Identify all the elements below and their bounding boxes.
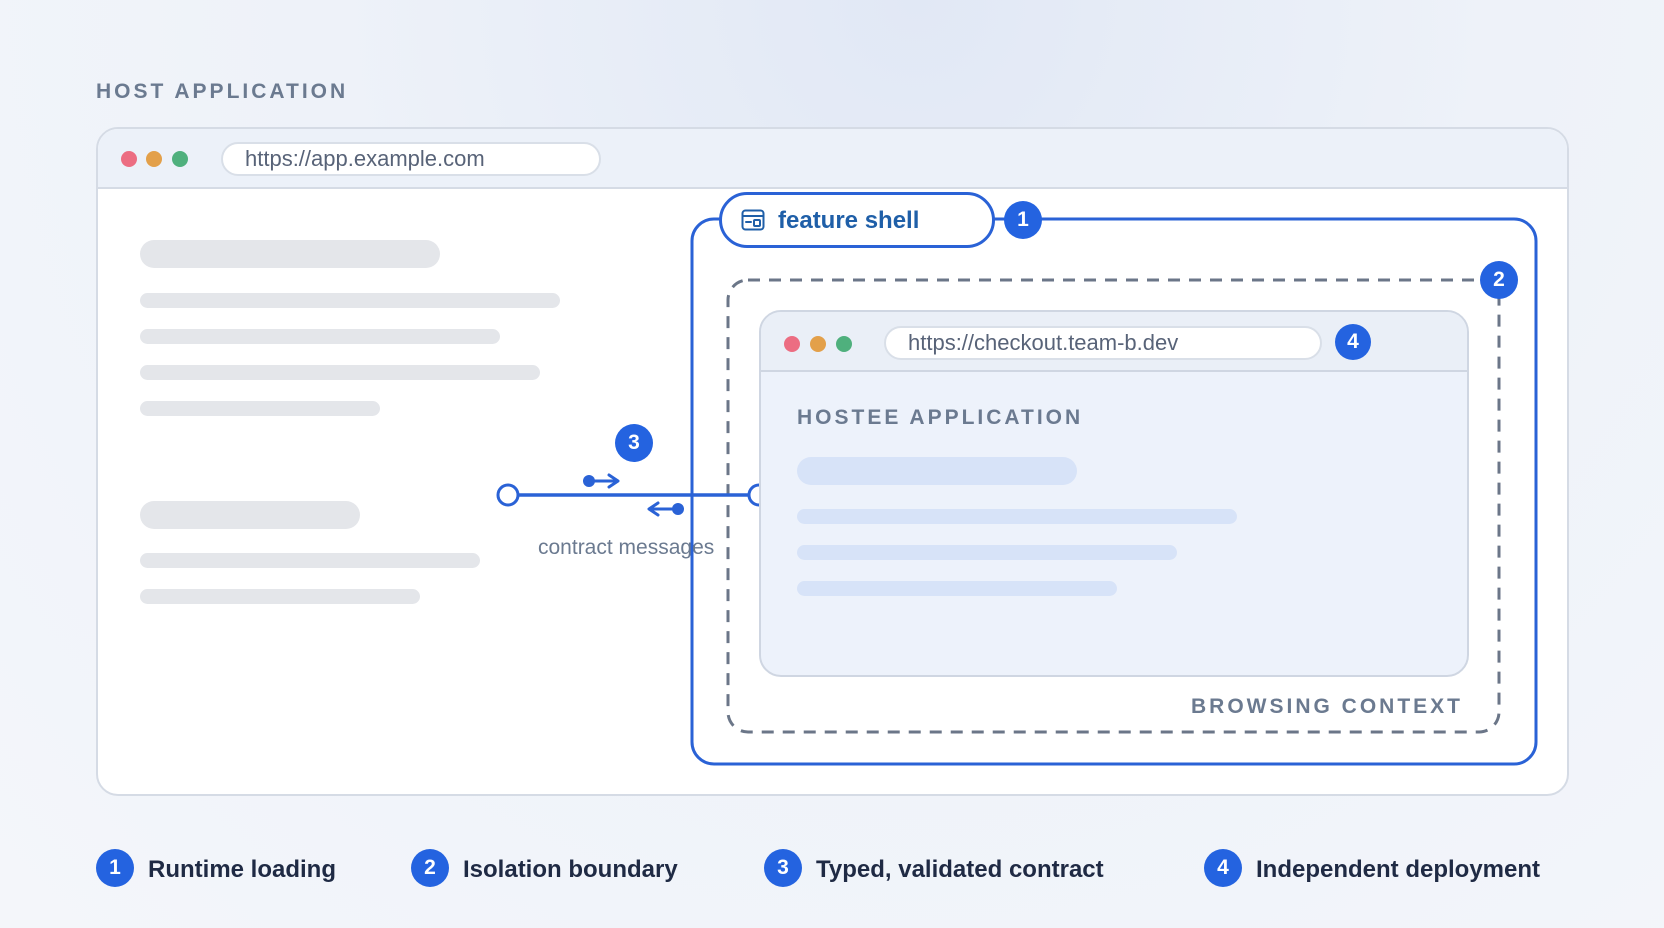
close-window-dot[interactable] [784, 336, 800, 352]
minimize-window-dot[interactable] [810, 336, 826, 352]
skeleton-line [797, 581, 1117, 596]
feature-shell-tab: feature shell [719, 192, 995, 248]
legend-badge: 4 [1204, 849, 1242, 887]
hostee-address-bar[interactable]: https://checkout.team-b.dev [884, 326, 1322, 360]
maximize-window-dot[interactable] [836, 336, 852, 352]
legend-label: Independent deployment [1256, 856, 1541, 883]
browser-window-icon [741, 209, 765, 236]
legend-badge: 2 [411, 849, 449, 887]
legend-label: Typed, validated contract [816, 856, 1104, 883]
inbound-message-arrow [647, 501, 684, 517]
legend-label: Runtime loading [148, 856, 336, 883]
contract-messages-label: contract messages [538, 536, 715, 559]
feature-shell-label: feature shell [778, 207, 920, 234]
browsing-context-label: BROWSING CONTEXT [1191, 695, 1463, 718]
hostee-browser-window: https://checkout.team-b.dev HOSTEE APPLI… [759, 310, 1469, 677]
legend-badge: 3 [764, 849, 802, 887]
outbound-message-arrow [583, 473, 620, 489]
legend-badge: 1 [96, 849, 134, 887]
independent-deployment-badge: 4 [1335, 324, 1371, 360]
isolation-boundary-badge: 2 [1480, 261, 1518, 299]
legend-label: Isolation boundary [463, 856, 678, 883]
runtime-loading-badge: 1 [1004, 201, 1042, 239]
contract-badge: 3 [615, 424, 653, 462]
skeleton-heading [797, 457, 1077, 485]
skeleton-line [797, 509, 1237, 524]
host-endpoint-node [496, 483, 520, 507]
skeleton-line [797, 545, 1177, 560]
hostee-application-title: HOSTEE APPLICATION [797, 406, 1084, 429]
